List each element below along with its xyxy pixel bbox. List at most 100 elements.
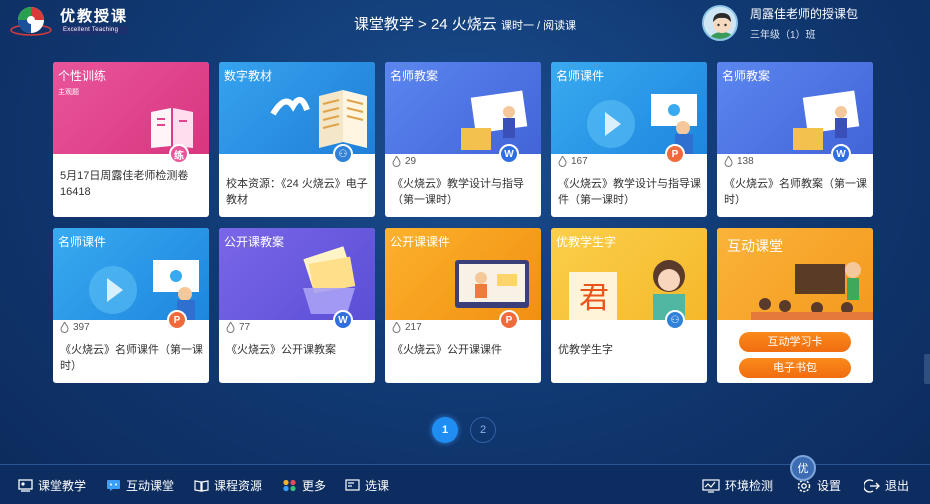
- card-thumbnail: 公开课教案: [219, 228, 375, 320]
- card-thumbnail: 个性训练 主观题: [53, 62, 209, 154]
- classroom-icon: [18, 479, 33, 492]
- card-category-label: 公开课课件: [390, 235, 451, 249]
- page-1-button[interactable]: 1: [432, 417, 458, 443]
- ppt-badge-icon: P: [665, 144, 685, 164]
- card-category-sublabel: 主观题: [58, 89, 79, 96]
- card-title: 《火烧云》教学设计与指导课件（第一课时）: [558, 178, 701, 206]
- card-category-label: 公开课教案: [224, 235, 285, 249]
- card-thumbnail: 名师教案: [385, 62, 541, 154]
- nav-interactive-class[interactable]: 互动课堂: [106, 477, 174, 494]
- video-courseware-illustration-icon: [587, 94, 697, 154]
- practice-badge-icon: 练: [169, 144, 189, 164]
- teacher-desk-illustration-icon: [461, 90, 528, 150]
- share-badge-icon: ⚇: [333, 144, 353, 164]
- resource-card-open-class-courseware[interactable]: 公开课课件 P 217 《火烧云》公开课课件: [385, 228, 541, 383]
- card-thumbnail: 互动课堂: [717, 228, 873, 320]
- popularity-flame-icon: [558, 156, 567, 167]
- top-bar: 优教授课 Excellent Teaching 课堂教学 > 24 火烧云 课时…: [0, 0, 930, 46]
- documents-illustration-icon: [303, 246, 356, 314]
- view-count: 77: [226, 322, 250, 333]
- card-title: 《火烧云》公开课教案: [226, 344, 336, 356]
- breadcrumb-main: 课堂教学 > 24 火烧云: [353, 16, 497, 33]
- card-thumbnail: 名师课件: [53, 228, 209, 320]
- view-count: 29: [392, 156, 416, 167]
- card-thumbnail: 优教学生字 君: [551, 228, 707, 320]
- card-title: 《火烧云》名师课件（第一课时）: [60, 344, 203, 372]
- e-schoolbag-button[interactable]: 电子书包: [739, 358, 851, 378]
- card-category-label: 个性训练: [58, 69, 107, 83]
- page-2-button[interactable]: 2: [470, 417, 496, 443]
- interactive-icon: [107, 480, 120, 491]
- view-count: 138: [724, 156, 754, 167]
- card-category-label: 优教学生字: [556, 235, 617, 249]
- card-category-label: 数字教材: [224, 69, 273, 83]
- nav-course-resources[interactable]: 课程资源: [194, 477, 262, 494]
- card-thumbnail: 公开课课件: [385, 228, 541, 320]
- user-profile[interactable]: 周露佳老师的授课包 三年级（1）班: [702, 5, 858, 41]
- word-doc-badge-icon: W: [499, 144, 519, 164]
- card-title: 优教学生字: [558, 344, 613, 356]
- teacher-desk-illustration-icon: [793, 90, 860, 150]
- ppt-badge-icon: P: [167, 310, 187, 330]
- card-thumbnail: 名师教案: [717, 62, 873, 154]
- nav-more[interactable]: 更多: [282, 477, 326, 494]
- card-category-label: 互动课堂: [727, 238, 783, 254]
- nav-environment-check[interactable]: 环境检测: [702, 477, 773, 494]
- svg-text:君: 君: [579, 281, 609, 316]
- interactive-learning-card-button[interactable]: 互动学习卡: [739, 332, 851, 352]
- card-category-label: 名师教案: [390, 69, 439, 83]
- popularity-flame-icon: [60, 322, 69, 333]
- book-illustration-icon: [151, 108, 193, 148]
- book-icon: [194, 480, 209, 492]
- monitor-icon: [702, 478, 720, 493]
- card-title: 《火烧云》公开课课件: [392, 344, 502, 356]
- side-drawer-handle[interactable]: [924, 354, 930, 384]
- online-class-illustration-icon: [455, 260, 529, 308]
- card-category-label: 名师课件: [556, 69, 605, 83]
- open-book-illustration-icon: [270, 90, 367, 148]
- resource-card-teacher-courseware-2[interactable]: 名师课件 P 397 《火烧云》名师课件（第一课时）: [53, 228, 209, 383]
- floating-assistant-button[interactable]: 优: [790, 455, 816, 481]
- resource-card-interactive-class[interactable]: 互动课堂 互动学习卡 电子书包: [717, 228, 873, 383]
- more-grid-icon: [283, 479, 296, 492]
- resource-card-teacher-courseware-1[interactable]: 名师课件 P 167 《火烧云》教学设计与指导课件（第一课时）: [551, 62, 707, 217]
- resource-card-teacher-lesson-plan-1[interactable]: 名师教案 W 29 《火烧云》教学设计与指导（第一课时）: [385, 62, 541, 217]
- popularity-flame-icon: [392, 156, 401, 167]
- nav-classroom-teaching[interactable]: 课堂教学: [18, 477, 86, 494]
- resource-grid: 个性训练 主观题 练 5月17日周露佳老师检测卷16418 数字教材 ⚇ 校本资…: [53, 62, 875, 385]
- card-thumbnail: 数字教材: [219, 62, 375, 154]
- card-category-label: 名师课件: [58, 235, 107, 249]
- card-title: 校本资源：《24 火烧云》电子教材: [226, 178, 368, 206]
- popularity-flame-icon: [724, 156, 733, 167]
- resource-card-open-class-plan[interactable]: 公开课教案 W 77 《火烧云》公开课教案: [219, 228, 375, 383]
- exit-icon: [864, 478, 880, 493]
- student-writing-illustration-icon: 君: [569, 260, 685, 320]
- card-thumbnail: 名师课件: [551, 62, 707, 154]
- nav-logout[interactable]: 退出: [864, 477, 909, 494]
- breadcrumb-lesson: 课时一 / 阅读课: [500, 20, 577, 32]
- classroom-illustration-icon: [751, 262, 873, 320]
- word-doc-badge-icon: W: [333, 310, 353, 330]
- card-title: 《火烧云》教学设计与指导（第一课时）: [392, 178, 524, 206]
- resource-card-character-learning[interactable]: 优教学生字 君 ⚇ 优教学生字: [551, 228, 707, 383]
- share-badge-icon: ⚇: [665, 310, 685, 330]
- view-count: 167: [558, 156, 588, 167]
- word-doc-badge-icon: W: [831, 144, 851, 164]
- avatar[interactable]: [702, 5, 738, 41]
- ppt-badge-icon: P: [499, 310, 519, 330]
- card-category-label: 名师教案: [722, 69, 771, 83]
- pagination: 1 2: [432, 417, 508, 443]
- video-courseware-illustration-icon: [89, 260, 199, 320]
- resource-card-teacher-lesson-plan-2[interactable]: 名师教案 W 138 《火烧云》名师教案（第一课时）: [717, 62, 873, 217]
- user-class: 三年级（1）班: [750, 29, 816, 41]
- popularity-flame-icon: [392, 322, 401, 333]
- resource-card-personal-training[interactable]: 个性训练 主观题 练 5月17日周露佳老师检测卷16418: [53, 62, 209, 217]
- view-count: 397: [60, 322, 90, 333]
- card-title: 5月17日周露佳老师检测卷16418: [60, 170, 189, 198]
- resource-card-digital-textbook[interactable]: 数字教材 ⚇ 校本资源：《24 火烧云》电子教材: [219, 62, 375, 217]
- user-name: 周露佳老师的授课包: [750, 6, 859, 21]
- nav-select-course[interactable]: 选课: [345, 477, 389, 494]
- select-course-icon: [345, 479, 360, 491]
- popularity-flame-icon: [226, 322, 235, 333]
- card-title: 《火烧云》名师教案（第一课时）: [724, 178, 867, 206]
